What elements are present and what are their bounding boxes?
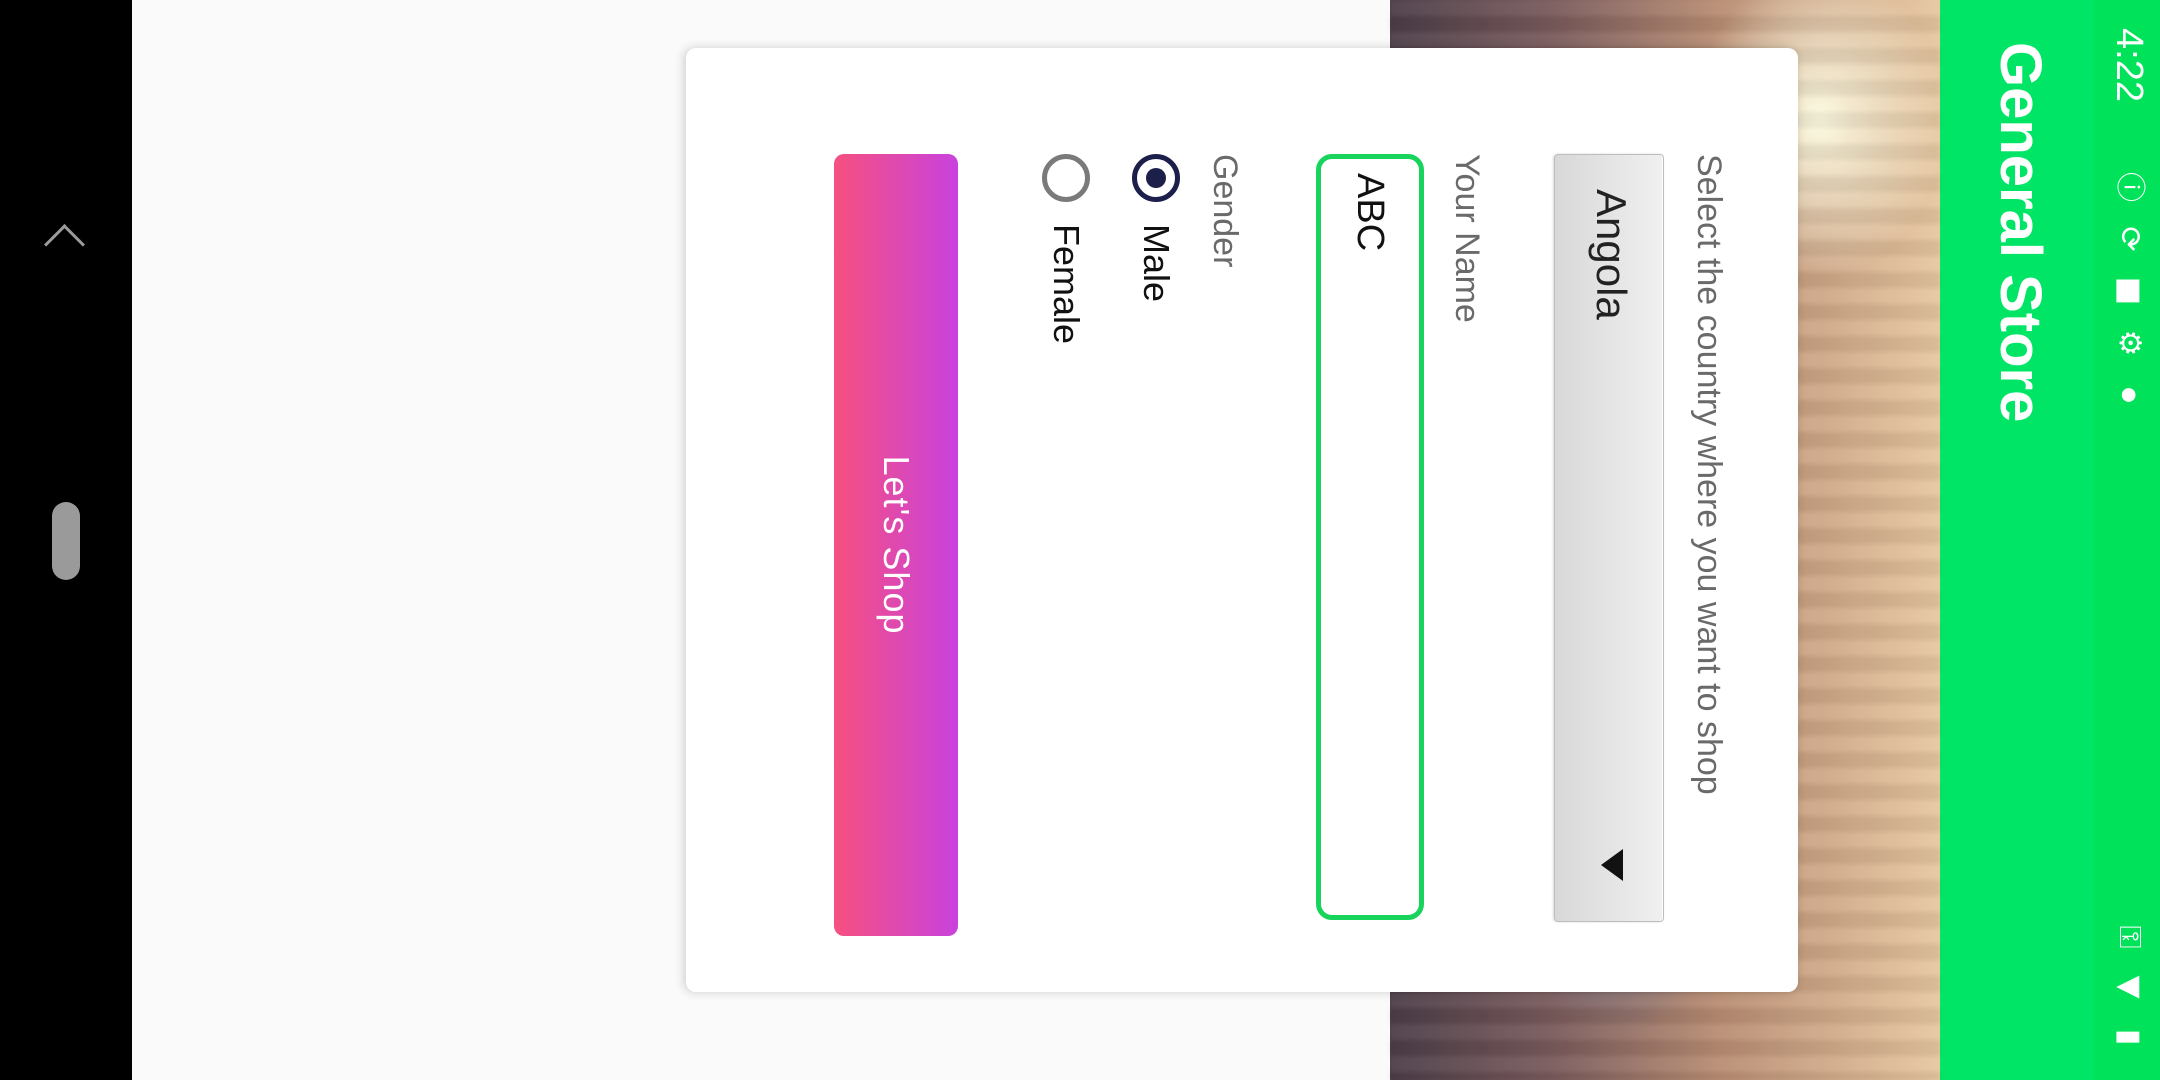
name-input-value: ABC	[1349, 173, 1391, 252]
country-selected-value: Angola	[1588, 189, 1635, 320]
info-icon: ⓘ	[2112, 172, 2147, 202]
lets-shop-button[interactable]: Let's Shop	[834, 154, 958, 936]
dropdown-arrow-icon	[1601, 849, 1623, 881]
app-toolbar: General Store	[1940, 0, 2094, 1080]
gender-option-female[interactable]: Female	[1042, 154, 1090, 344]
gender-label: Gender	[1206, 154, 1244, 268]
status-time: 4:22	[2108, 28, 2150, 102]
radio-male-label: Male	[1136, 224, 1177, 303]
home-pill-button[interactable]	[52, 502, 80, 580]
lets-shop-button-label: Let's Shop	[876, 455, 917, 635]
country-label: Select the country where you want to sho…	[1690, 154, 1728, 795]
status-bar: 4:22 ⓘ ⟳ ■ ⚙ ● ⚿ ▼ ▮	[2094, 0, 2160, 1080]
android-icon: ⚙	[2112, 329, 2147, 357]
wifi-icon: ▼	[2112, 975, 2147, 999]
status-icons-left: ⓘ ⟳ ■ ⚙ ●	[2112, 170, 2147, 412]
radio-female-label: Female	[1046, 224, 1087, 345]
sync-icon: ⟳	[2112, 226, 2147, 252]
battery-charging-icon: ▮	[2112, 1028, 2147, 1046]
dot-icon: ●	[2119, 387, 2140, 403]
chevron-up-icon[interactable]	[43, 223, 86, 266]
radio-male-icon[interactable]	[1132, 154, 1180, 202]
app-portrait-canvas: 4:22 ⓘ ⟳ ■ ⚙ ● ⚿ ▼ ▮ General Store Selec…	[132, 0, 2160, 1080]
navigation-bar	[0, 0, 132, 1080]
stop-icon: ■	[2112, 276, 2147, 306]
radio-female-icon[interactable]	[1042, 154, 1090, 202]
status-icons-right: ⚿ ▼ ▮	[2112, 920, 2147, 1054]
app-title: General Store	[1988, 42, 2053, 423]
gender-option-male[interactable]: Male	[1132, 154, 1180, 302]
name-input[interactable]: ABC	[1316, 154, 1424, 920]
country-spinner[interactable]: Angola	[1554, 154, 1664, 922]
name-label: Your Name	[1448, 154, 1486, 323]
key-icon: ⚿	[2112, 925, 2147, 949]
device-screen: 4:22 ⓘ ⟳ ■ ⚙ ● ⚿ ▼ ▮ General Store Selec…	[132, 0, 2160, 1080]
shopping-form-card: Select the country where you want to sho…	[686, 48, 1798, 992]
